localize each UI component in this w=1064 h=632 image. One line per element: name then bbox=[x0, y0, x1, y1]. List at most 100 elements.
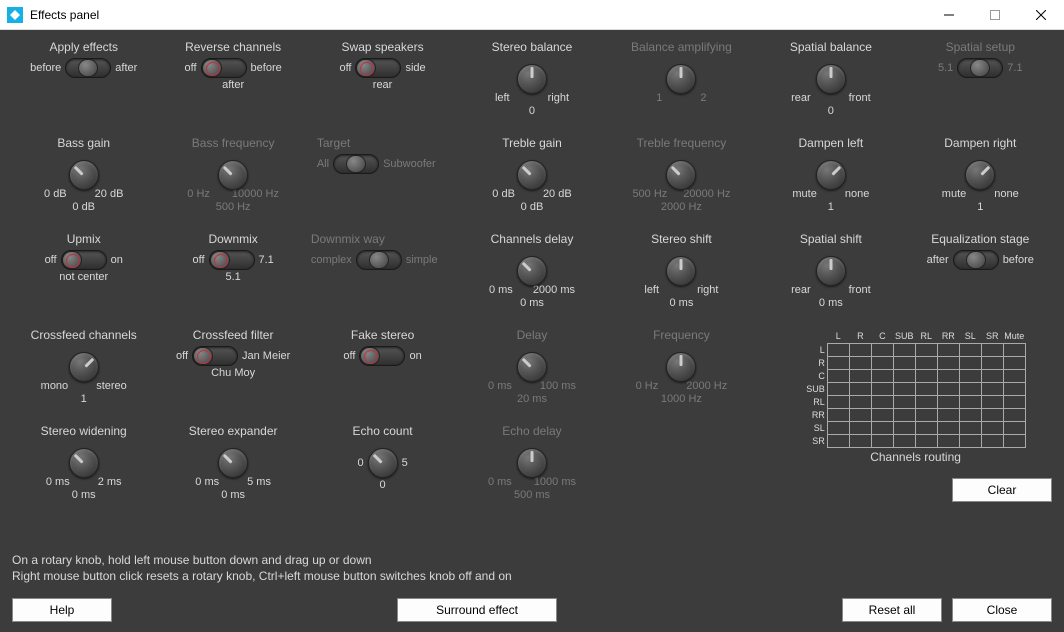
routing-cell[interactable] bbox=[959, 356, 981, 369]
routing-cell[interactable] bbox=[893, 395, 915, 408]
routing-cell[interactable] bbox=[1003, 356, 1025, 369]
treble-gain-knob[interactable] bbox=[517, 160, 547, 190]
routing-cell[interactable] bbox=[827, 408, 849, 421]
routing-cell[interactable] bbox=[915, 343, 937, 356]
routing-cell[interactable] bbox=[915, 434, 937, 447]
spatial-setup-toggle[interactable] bbox=[957, 58, 1003, 78]
crossfeed-filter-toggle[interactable] bbox=[192, 346, 238, 366]
dampen-right-knob[interactable] bbox=[965, 160, 995, 190]
routing-cell[interactable] bbox=[827, 421, 849, 434]
routing-cell[interactable] bbox=[893, 343, 915, 356]
swap-speakers-toggle[interactable] bbox=[355, 58, 401, 78]
routing-cell[interactable] bbox=[1003, 382, 1025, 395]
routing-cell[interactable] bbox=[871, 382, 893, 395]
routing-cell[interactable] bbox=[937, 395, 959, 408]
routing-cell[interactable] bbox=[827, 382, 849, 395]
eq-stage-toggle[interactable] bbox=[953, 250, 999, 270]
routing-cell[interactable] bbox=[827, 356, 849, 369]
downmix-way-toggle[interactable] bbox=[356, 250, 402, 270]
routing-cell[interactable] bbox=[937, 356, 959, 369]
bass-frequency-knob[interactable] bbox=[218, 160, 248, 190]
fake-stereo-toggle[interactable] bbox=[359, 346, 405, 366]
routing-cell[interactable] bbox=[1003, 395, 1025, 408]
routing-cell[interactable] bbox=[981, 395, 1003, 408]
minimize-button[interactable] bbox=[926, 0, 972, 30]
routing-cell[interactable] bbox=[893, 421, 915, 434]
routing-cell[interactable] bbox=[827, 343, 849, 356]
routing-cell[interactable] bbox=[871, 408, 893, 421]
routing-cell[interactable] bbox=[959, 382, 981, 395]
balance-amplifying-knob[interactable] bbox=[666, 64, 696, 94]
routing-cell[interactable] bbox=[893, 356, 915, 369]
crossfeed-channels-knob[interactable] bbox=[69, 352, 99, 382]
routing-cell[interactable] bbox=[937, 408, 959, 421]
routing-cell[interactable] bbox=[849, 421, 871, 434]
routing-cell[interactable] bbox=[849, 356, 871, 369]
routing-cell[interactable] bbox=[981, 356, 1003, 369]
routing-cell[interactable] bbox=[871, 356, 893, 369]
routing-cell[interactable] bbox=[937, 421, 959, 434]
routing-table[interactable]: LRCSUBRLRRSLSRMuteLRCSUBRLRRSLSR bbox=[805, 330, 1026, 448]
routing-cell[interactable] bbox=[1003, 408, 1025, 421]
target-toggle[interactable] bbox=[333, 154, 379, 174]
stereo-balance-knob[interactable] bbox=[517, 64, 547, 94]
routing-cell[interactable] bbox=[849, 395, 871, 408]
routing-cell[interactable] bbox=[937, 434, 959, 447]
routing-cell[interactable] bbox=[915, 395, 937, 408]
routing-cell[interactable] bbox=[915, 421, 937, 434]
surround-effect-button[interactable]: Surround effect bbox=[397, 598, 557, 622]
stereo-shift-knob[interactable] bbox=[666, 256, 696, 286]
routing-cell[interactable] bbox=[915, 369, 937, 382]
routing-cell[interactable] bbox=[1003, 343, 1025, 356]
routing-cell[interactable] bbox=[937, 369, 959, 382]
routing-cell[interactable] bbox=[871, 421, 893, 434]
reset-all-button[interactable]: Reset all bbox=[842, 598, 942, 622]
routing-cell[interactable] bbox=[981, 369, 1003, 382]
stereo-widening-knob[interactable] bbox=[69, 448, 99, 478]
routing-cell[interactable] bbox=[959, 343, 981, 356]
clear-button[interactable]: Clear bbox=[952, 478, 1052, 502]
routing-cell[interactable] bbox=[915, 408, 937, 421]
routing-cell[interactable] bbox=[959, 434, 981, 447]
close-window-button[interactable] bbox=[1018, 0, 1064, 30]
routing-cell[interactable] bbox=[981, 421, 1003, 434]
routing-cell[interactable] bbox=[937, 382, 959, 395]
routing-cell[interactable] bbox=[981, 434, 1003, 447]
upmix-toggle[interactable] bbox=[61, 250, 107, 270]
delay-knob[interactable] bbox=[517, 352, 547, 382]
echo-delay-knob[interactable] bbox=[517, 448, 547, 478]
routing-cell[interactable] bbox=[827, 434, 849, 447]
routing-cell[interactable] bbox=[871, 369, 893, 382]
echo-count-knob[interactable] bbox=[368, 448, 398, 478]
apply-effects-toggle[interactable] bbox=[65, 58, 111, 78]
routing-cell[interactable] bbox=[959, 395, 981, 408]
routing-cell[interactable] bbox=[981, 343, 1003, 356]
routing-cell[interactable] bbox=[849, 434, 871, 447]
routing-cell[interactable] bbox=[959, 369, 981, 382]
routing-cell[interactable] bbox=[981, 382, 1003, 395]
routing-cell[interactable] bbox=[871, 434, 893, 447]
routing-cell[interactable] bbox=[959, 421, 981, 434]
routing-cell[interactable] bbox=[871, 395, 893, 408]
help-button[interactable]: Help bbox=[12, 598, 112, 622]
routing-cell[interactable] bbox=[1003, 369, 1025, 382]
routing-cell[interactable] bbox=[1003, 434, 1025, 447]
routing-cell[interactable] bbox=[849, 343, 871, 356]
downmix-toggle[interactable] bbox=[209, 250, 255, 270]
dampen-left-knob[interactable] bbox=[816, 160, 846, 190]
routing-cell[interactable] bbox=[915, 356, 937, 369]
stereo-expander-knob[interactable] bbox=[218, 448, 248, 478]
routing-cell[interactable] bbox=[827, 395, 849, 408]
close-button[interactable]: Close bbox=[952, 598, 1052, 622]
routing-cell[interactable] bbox=[871, 343, 893, 356]
routing-cell[interactable] bbox=[1003, 421, 1025, 434]
spatial-balance-knob[interactable] bbox=[816, 64, 846, 94]
routing-cell[interactable] bbox=[893, 434, 915, 447]
routing-cell[interactable] bbox=[849, 369, 871, 382]
reverse-channels-toggle[interactable] bbox=[201, 58, 247, 78]
routing-cell[interactable] bbox=[893, 369, 915, 382]
bass-gain-knob[interactable] bbox=[69, 160, 99, 190]
routing-cell[interactable] bbox=[981, 408, 1003, 421]
treble-frequency-knob[interactable] bbox=[666, 160, 696, 190]
routing-cell[interactable] bbox=[849, 382, 871, 395]
